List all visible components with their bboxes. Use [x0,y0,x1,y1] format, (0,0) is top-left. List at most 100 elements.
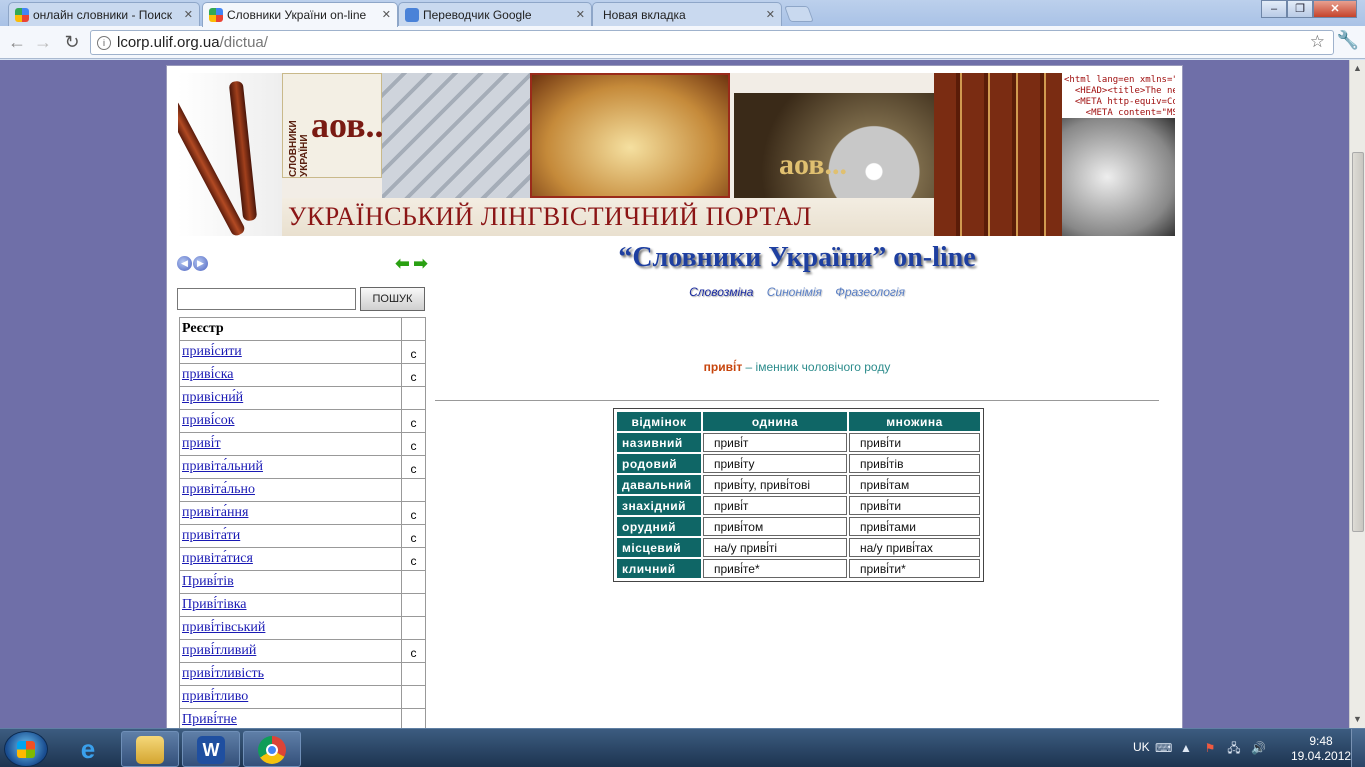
wrench-menu-icon[interactable]: 🔧 [1337,30,1359,51]
registry-word-link[interactable]: привіта́льно [182,482,255,497]
case-label: знахідний [617,496,701,515]
back-arrow-icon[interactable]: ← [6,32,28,54]
chrome-icon [258,736,286,764]
folder-icon [136,736,164,764]
registry-flag: с [401,547,426,571]
taskbar-chrome[interactable] [243,731,301,767]
registry-cell: Приві́тів [179,570,402,594]
registry-row: приві́тівський [179,616,426,640]
registry-flag [401,593,426,617]
registry-word-link[interactable]: привіта́тися [182,551,253,566]
green-right-arrow-icon[interactable]: ➡ [412,255,429,272]
taskbar-explorer[interactable] [121,731,179,767]
close-icon[interactable]: ✕ [576,8,585,21]
headword: приві́т [703,360,743,374]
close-icon[interactable]: ✕ [184,8,193,21]
singular-form: приві́ту [703,454,847,473]
registry-word-link[interactable]: приві́тівський [182,620,265,635]
portal-banner[interactable]: СЛОВНИКИ УКРАЇНИ аов... аов... <html lan… [178,73,1175,236]
language-indicator[interactable]: UK [1133,740,1150,754]
registry-word-link[interactable]: Приві́тівка [182,597,247,612]
forward-arrow-icon[interactable]: → [32,32,54,54]
registry-word-link[interactable]: Приві́тів [182,574,234,589]
registry-word-link[interactable]: привіта́ти [182,528,240,543]
registry-word-link[interactable]: приві́т [182,436,221,451]
clock[interactable]: 9:48 19.04.2012 [1291,734,1351,764]
registry-word-link[interactable]: приві́сок [182,413,235,428]
scroll-thumb[interactable] [1352,152,1364,532]
registry-cell: приві́тливо [179,685,402,709]
section-nav: Словозміна Синонімія Фразеологія [517,285,1077,299]
bookmark-star-icon[interactable]: ☆ [1310,32,1325,52]
new-tab-button[interactable] [784,6,814,22]
show-desktop-button[interactable] [1351,729,1365,767]
tab-new[interactable]: Новая вкладка ✕ [592,2,782,26]
registry-row: привіта́ння с [179,501,426,525]
tray-expand-icon[interactable]: ▲ [1179,741,1193,755]
headword-description: – іменник чоловічого роду [742,360,891,374]
registry-flag: с [401,455,426,479]
green-left-arrow-icon[interactable]: ⬅ [394,255,411,272]
declension-row: знахідний приві́т приві́ти [617,496,980,515]
scroll-up-icon[interactable]: ▲ [1353,63,1362,73]
circle-forward-icon[interactable]: ▶ [193,256,208,271]
registry-word-link[interactable]: приві́тливість [182,666,264,681]
taskbar-ie[interactable]: e [60,731,118,767]
registry-word-link[interactable]: приві́тливо [182,689,248,704]
cd-logo-text: аов... [779,148,847,181]
close-icon[interactable]: ✕ [382,8,391,21]
registry-word-link[interactable]: приві́ска [182,367,234,382]
nav-phraseology[interactable]: Фразеологія [835,285,905,299]
taskbar-word[interactable]: W [182,731,240,767]
maximize-button[interactable]: ❐ [1287,0,1313,18]
page-scrollbar[interactable]: ▲ ▼ [1349,60,1365,728]
registry-flag: с [401,340,426,364]
plural-form: приві́ти* [849,559,980,578]
page-container: СЛОВНИКИ УКРАЇНИ аов... аов... <html lan… [166,65,1183,728]
windows-logo-icon [17,741,35,758]
nav-synonymy[interactable]: Синонімія [767,285,822,299]
network-icon[interactable]: 🖧 [1227,741,1241,755]
list-nav: ⬅ ➡ [394,255,429,272]
declension-row: орудний приві́том приві́тами [617,517,980,536]
registry-word-link[interactable]: Приві́тне [182,712,237,727]
registry-row: Приві́тів [179,570,426,594]
windows-taskbar: e W UK ⌨ ▲ ⚑ 🖧 🔊 9:48 19.04.2012 [0,728,1365,767]
search-button[interactable]: ПОШУК [360,287,425,311]
circle-back-icon[interactable]: ◀ [177,256,192,271]
registry-flag: с [401,409,426,433]
registry-word-link[interactable]: привіта́ння [182,505,248,520]
reload-icon[interactable]: ↻ [61,32,83,54]
header-singular: однина [703,412,847,431]
registry-flag: с [401,363,426,387]
registry-word-link[interactable]: привіта́льний [182,459,263,474]
plural-form: приві́там [849,475,980,494]
registry-row: привіта́льно [179,478,426,502]
registry-row: приві́тливо [179,685,426,709]
tab-dictionaries[interactable]: Словники України on-line ✕ [202,2,398,27]
volume-icon[interactable]: 🔊 [1251,741,1266,755]
page-info-icon[interactable]: i [97,36,111,50]
close-icon[interactable]: ✕ [766,8,775,21]
keyboard-icon[interactable]: ⌨ [1155,741,1172,755]
registry-table: Реєстр приві́сити с приві́ска с привісни́й пр… [179,317,426,728]
registry-flag [401,708,426,728]
close-window-button[interactable]: ✕ [1313,0,1357,18]
tab-translate[interactable]: Переводчик Google ✕ [398,2,592,26]
search-input[interactable] [177,288,356,310]
declension-table: відмінок однина множина називний приві́т п… [613,408,984,582]
minimize-button[interactable]: – [1261,0,1287,18]
header-plural: множина [849,412,980,431]
start-button[interactable] [4,731,48,767]
registry-word-link[interactable]: приві́тливий [182,643,256,658]
translate-favicon-icon [405,8,419,22]
registry-word-link[interactable]: приві́сити [182,344,242,359]
scroll-down-icon[interactable]: ▼ [1353,714,1362,724]
registry-word-link[interactable]: привісни́й [182,390,243,405]
action-center-icon[interactable]: ⚑ [1203,741,1217,755]
registry-flag: с [401,501,426,525]
tab-search[interactable]: онлайн словники - Поиск ✕ [8,2,200,26]
case-label: орудний [617,517,701,536]
address-bar[interactable]: i lcorp.ulif.org.ua/dictua/ ☆ [90,30,1334,55]
nav-inflection[interactable]: Словозміна [689,285,753,299]
